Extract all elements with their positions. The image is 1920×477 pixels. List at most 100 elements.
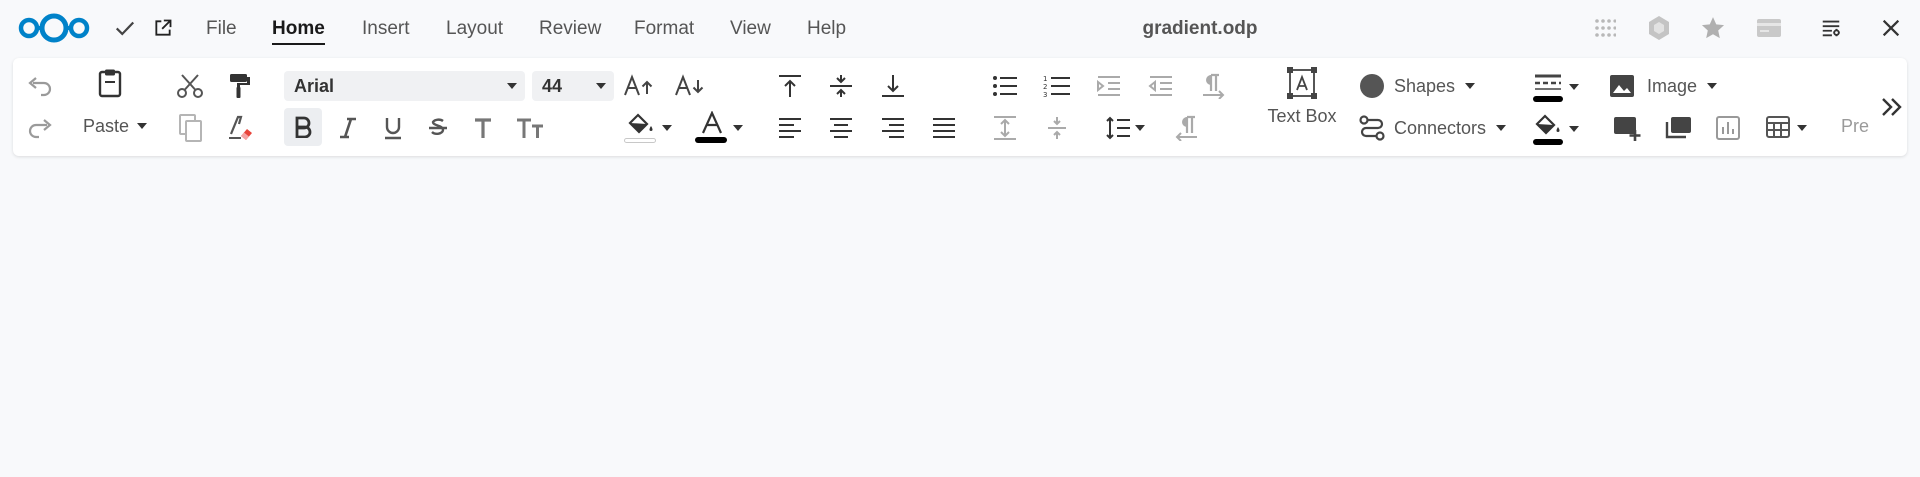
redo-icon [27, 117, 53, 139]
align-middle-button[interactable] [824, 69, 858, 103]
increase-indent-button[interactable] [1092, 69, 1126, 103]
rtl-paragraph-button[interactable] [1170, 111, 1204, 145]
pilcrow-rtl-icon [1173, 115, 1201, 141]
close-icon[interactable] [1878, 15, 1904, 41]
strikethrough-button[interactable] [421, 111, 455, 145]
checkmark-icon[interactable] [112, 15, 138, 41]
font-color-bar [695, 137, 727, 143]
bullet-list-icon [992, 75, 1018, 97]
chevron-down-icon [733, 125, 743, 131]
card-icon[interactable] [1756, 15, 1782, 41]
increase-indent-icon [1096, 75, 1122, 97]
italic-icon [338, 117, 358, 139]
table-icon [1765, 115, 1793, 141]
highlight-color-button[interactable] [624, 110, 672, 146]
connectors-button[interactable]: Connectors [1358, 111, 1507, 145]
clone-formatting-button[interactable] [223, 69, 257, 103]
copy-button[interactable] [173, 111, 207, 145]
para-spacing-icon [992, 115, 1018, 141]
menu-layout[interactable]: Layout [446, 18, 503, 40]
ltr-paragraph-button[interactable] [1196, 69, 1230, 103]
more-button[interactable] [1875, 90, 1909, 124]
shadow-button[interactable] [466, 111, 500, 145]
insert-table-button[interactable] [1765, 111, 1807, 145]
chevron-down-icon [1797, 125, 1807, 131]
shapes-button[interactable]: Shapes [1358, 69, 1476, 103]
insert-chart-button[interactable] [1711, 111, 1745, 145]
undo-button[interactable] [23, 69, 57, 103]
clipboard-icon [97, 68, 123, 98]
fill-color-bar [1533, 139, 1563, 145]
align-right-button[interactable] [876, 111, 910, 145]
menu-home[interactable]: Home [272, 18, 325, 45]
underline-button[interactable] [376, 111, 410, 145]
paste-label: Paste [83, 115, 130, 136]
menu-format[interactable]: Format [634, 18, 694, 40]
svg-text:1: 1 [1043, 75, 1047, 83]
font-color-button[interactable] [695, 110, 743, 146]
paste-button[interactable] [95, 66, 125, 100]
line-style-icon [1531, 70, 1565, 104]
menu-view[interactable]: View [730, 18, 771, 40]
align-center-icon [828, 117, 854, 139]
change-case-button[interactable] [513, 111, 547, 145]
document-title[interactable]: gradient.odp [1080, 18, 1320, 40]
menu-review[interactable]: Review [539, 18, 601, 40]
menu-file[interactable]: File [206, 18, 237, 40]
cut-button[interactable] [173, 69, 207, 103]
para-spacing-decrease-icon [1044, 115, 1070, 141]
align-center-button[interactable] [824, 111, 858, 145]
sidebar-toggle-icon[interactable] [1818, 15, 1844, 41]
font-size-select[interactable]: 44 [532, 71, 614, 101]
bold-icon [293, 116, 313, 138]
font-name-select[interactable]: Arial [284, 71, 525, 101]
paste-dropdown[interactable]: Paste [83, 112, 148, 140]
text-box-label: Text Box [1267, 106, 1337, 126]
chevron-down-icon [1569, 84, 1579, 90]
menu-insert[interactable]: Insert [362, 18, 410, 40]
align-bottom-button[interactable] [876, 69, 910, 103]
toolbar-ribbon: Paste Arial 44 1 2 3 Text Box Shapes Con… [13, 58, 1907, 156]
open-external-icon[interactable] [150, 15, 176, 41]
image-button[interactable]: Image [1609, 69, 1718, 103]
align-left-button[interactable] [773, 111, 807, 145]
nextcloud-logo[interactable] [16, 10, 92, 46]
truncated-label[interactable]: Pre [1841, 116, 1869, 137]
menu-help[interactable]: Help [807, 18, 846, 40]
decrease-paragraph-spacing-button[interactable] [1040, 111, 1074, 145]
grow-font-button[interactable] [621, 69, 655, 103]
numbered-list-button[interactable]: 123 [1040, 69, 1074, 103]
svg-text:3: 3 [1043, 91, 1047, 98]
apps-grid-icon[interactable] [1592, 15, 1618, 41]
shrink-font-button[interactable] [672, 69, 706, 103]
chevron-down-icon [596, 83, 606, 89]
new-slide-button[interactable] [1611, 111, 1645, 145]
increase-paragraph-spacing-button[interactable] [988, 111, 1022, 145]
bullet-list-button[interactable] [988, 69, 1022, 103]
connectors-icon [1358, 114, 1386, 142]
decrease-indent-button[interactable] [1144, 69, 1178, 103]
align-top-button[interactable] [773, 69, 807, 103]
fill-color-button[interactable] [1531, 111, 1579, 147]
hexagon-icon[interactable] [1646, 15, 1672, 41]
connectors-label: Connectors [1394, 117, 1487, 138]
chevron-down-icon [137, 123, 148, 129]
line-style-button[interactable] [1531, 69, 1579, 105]
text-box-button[interactable]: Text Box [1257, 66, 1347, 127]
paintbrush-icon [227, 72, 253, 100]
italic-button[interactable] [331, 111, 365, 145]
line-spacing-button[interactable] [1105, 111, 1145, 145]
font-name-value: Arial [294, 75, 335, 96]
chevron-down-icon [1135, 125, 1145, 131]
align-bottom-icon [880, 73, 906, 99]
star-icon[interactable] [1700, 15, 1726, 41]
line-spacing-icon [1105, 116, 1131, 140]
duplicate-slide-button[interactable] [1661, 111, 1695, 145]
justify-button[interactable] [927, 111, 961, 145]
clear-formatting-button[interactable] [223, 111, 257, 145]
clear-formatting-icon [226, 114, 254, 142]
new-slide-icon [1613, 114, 1643, 142]
redo-button[interactable] [23, 111, 57, 145]
bold-button[interactable] [284, 108, 322, 146]
image-icon [1609, 74, 1635, 98]
